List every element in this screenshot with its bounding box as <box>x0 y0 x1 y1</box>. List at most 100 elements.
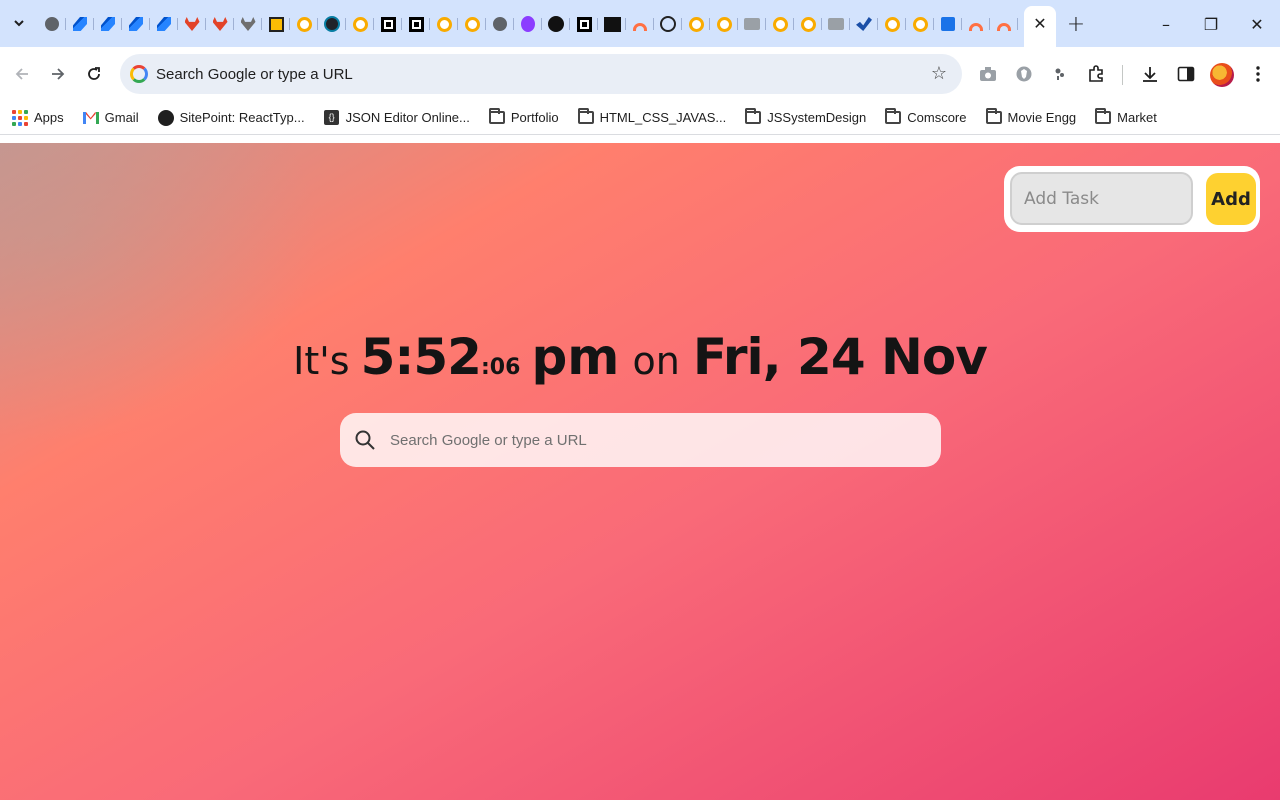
shield-icon <box>1016 66 1032 82</box>
tab-26[interactable] <box>766 10 794 38</box>
tab-20[interactable] <box>598 10 626 38</box>
tab-12[interactable] <box>374 10 402 38</box>
tab-34[interactable] <box>990 10 1018 38</box>
chatgpt-icon <box>660 16 676 32</box>
tab-6[interactable] <box>206 10 234 38</box>
tab-32[interactable] <box>934 10 962 38</box>
screenshot-extension-button[interactable] <box>972 58 1004 90</box>
tab-33[interactable] <box>962 10 990 38</box>
omnibox[interactable]: ☆ <box>120 54 962 94</box>
back-arrow-icon <box>15 68 28 80</box>
bookmark-item[interactable]: Apps <box>12 104 73 132</box>
tab-21[interactable] <box>626 10 654 38</box>
chat-icon <box>744 18 760 30</box>
bookmark-label: Movie Engg <box>1007 110 1077 125</box>
bookmarks-bar: Apps Gmail SitePoint: ReactTyp... {} JSON Ed… <box>0 101 1280 135</box>
downloads-button[interactable] <box>1134 58 1166 90</box>
reload-button[interactable] <box>78 58 110 90</box>
tab-28[interactable] <box>822 10 850 38</box>
tab-18[interactable] <box>542 10 570 38</box>
restore-icon: ❐ <box>1203 14 1219 34</box>
tab-29[interactable] <box>850 10 878 38</box>
yellow-box-icon <box>268 16 284 32</box>
box-icon <box>380 16 396 32</box>
clock-ampm: pm <box>531 328 620 386</box>
bookmark-label: Portfolio <box>510 110 559 125</box>
side-panel-button[interactable] <box>1170 58 1202 90</box>
tab-22[interactable] <box>654 10 682 38</box>
profile-avatar[interactable] <box>1210 63 1234 87</box>
bookmark-item[interactable]: SitePoint: ReactTyp... <box>157 104 314 132</box>
rainbow-icon <box>969 22 983 31</box>
tab-14[interactable] <box>430 10 458 38</box>
tab-5[interactable] <box>178 10 206 38</box>
active-tab[interactable]: ✕ <box>1024 6 1056 47</box>
add-task-button[interactable]: Add <box>1206 173 1256 225</box>
search-input[interactable] <box>390 413 920 467</box>
tab-25[interactable] <box>738 10 766 38</box>
ring-icon <box>716 16 732 32</box>
extensions-button[interactable] <box>1080 58 1112 90</box>
eyedropper-extension-button[interactable] <box>1044 58 1076 90</box>
tab-27[interactable] <box>794 10 822 38</box>
tab-9[interactable] <box>290 10 318 38</box>
tab-16[interactable] <box>486 10 514 38</box>
box-icon <box>408 16 424 32</box>
add-task-input[interactable] <box>1010 172 1193 225</box>
search-bar[interactable] <box>340 413 941 467</box>
close-tab-icon[interactable]: ✕ <box>1030 13 1050 33</box>
lb-icon <box>603 16 621 32</box>
tab-23[interactable] <box>682 10 710 38</box>
bookmark-item[interactable]: Movie Engg <box>985 104 1086 132</box>
ring-icon <box>352 16 368 32</box>
bookmark-item[interactable]: {} JSON Editor Online... <box>324 104 479 132</box>
shield-extension-button[interactable] <box>1008 58 1040 90</box>
browser-toolbar: ☆ <box>0 47 1280 101</box>
tab-1[interactable] <box>66 10 94 38</box>
minimize-button[interactable]: – <box>1146 10 1186 38</box>
tab-0[interactable] <box>38 10 66 38</box>
tab-10[interactable] <box>318 10 346 38</box>
tab-31[interactable] <box>906 10 934 38</box>
tab-search-button[interactable] <box>7 11 31 35</box>
tab-13[interactable] <box>402 10 430 38</box>
bookmark-item[interactable]: Comscore <box>885 104 975 132</box>
ring-icon <box>884 16 900 32</box>
tab-24[interactable] <box>710 10 738 38</box>
toolbar-separator <box>1122 65 1123 85</box>
folder-icon <box>488 108 505 126</box>
folder-icon <box>577 108 594 126</box>
clock-date: Fri, 24 Nov <box>692 328 988 386</box>
ring-icon <box>464 16 480 32</box>
omnibox-input[interactable] <box>156 54 916 94</box>
tab-2[interactable] <box>94 10 122 38</box>
tab-17[interactable] <box>514 10 542 38</box>
tab-15[interactable] <box>458 10 486 38</box>
tab-4[interactable] <box>150 10 178 38</box>
bookmark-item[interactable]: Gmail <box>82 104 148 132</box>
tab-11[interactable] <box>346 10 374 38</box>
restore-button[interactable]: ❐ <box>1191 10 1231 38</box>
gitlab-icon <box>212 17 228 31</box>
box-icon <box>576 16 592 32</box>
bookmark-star-icon[interactable]: ☆ <box>928 63 950 85</box>
tab-19[interactable] <box>570 10 598 38</box>
tab-3[interactable] <box>122 10 150 38</box>
close-window-button[interactable]: ✕ <box>1237 10 1277 38</box>
tab-8[interactable] <box>262 10 290 38</box>
clock-display: It's 5:52:06 pm on Fri, 24 Nov <box>0 328 1280 386</box>
bookmark-item[interactable]: Portfolio <box>488 104 568 132</box>
bookmark-item[interactable]: JSSystemDesign <box>745 104 875 132</box>
tab-30[interactable] <box>878 10 906 38</box>
tab-7[interactable] <box>234 10 262 38</box>
jira-icon <box>101 17 115 31</box>
forward-button[interactable] <box>42 58 74 90</box>
menu-button[interactable] <box>1242 58 1274 90</box>
back-button[interactable] <box>6 58 38 90</box>
ring-icon <box>772 16 788 32</box>
bookmark-item[interactable]: Market <box>1095 104 1166 132</box>
new-tab-button[interactable]: + <box>1062 10 1090 38</box>
bookmark-item[interactable]: HTML_CSS_JAVAS... <box>577 104 736 132</box>
bookmark-label: HTML_CSS_JAVAS... <box>599 110 727 125</box>
plus-icon: + <box>1066 11 1086 37</box>
